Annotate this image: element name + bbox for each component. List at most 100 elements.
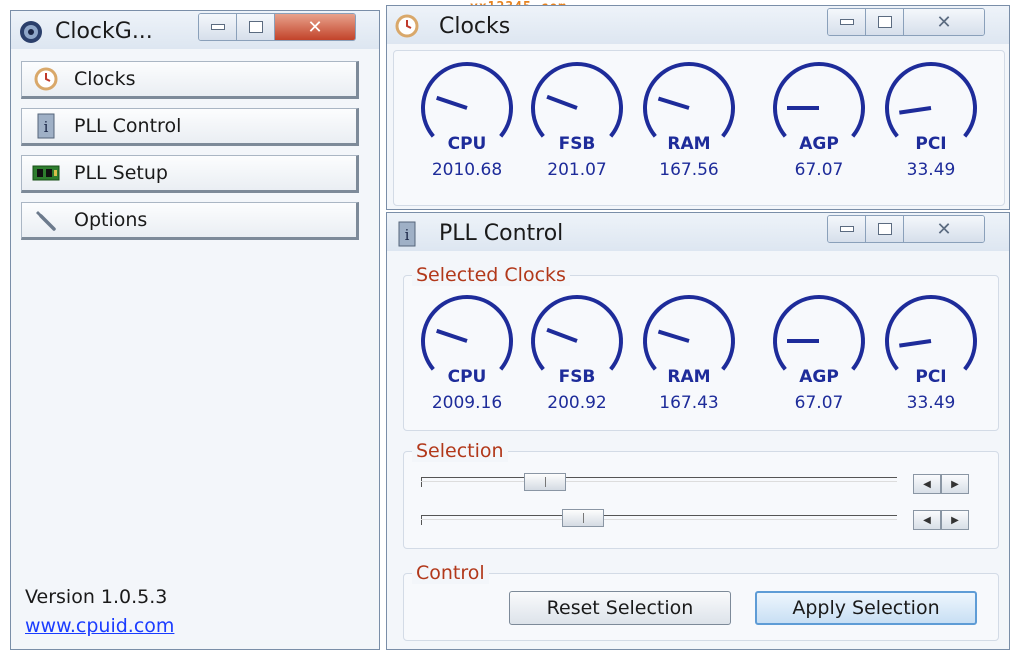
slider-2-thumb[interactable] (561, 509, 604, 527)
gauge-arc (421, 295, 513, 371)
gauge-arc (531, 62, 623, 138)
gauge-dial (421, 295, 513, 371)
maximize-icon (248, 21, 263, 33)
main-window: ClockG... ✕ Clocks i PLL Control PLL Set… (10, 10, 380, 650)
nav-clocks-button[interactable]: Clocks (21, 61, 359, 99)
slider-1-left-arrow[interactable]: ◀ (913, 474, 941, 494)
nav-clocks-label: Clocks (74, 68, 136, 90)
clock-icon (395, 14, 419, 38)
gauge-agp: AGP 67.07 (769, 58, 869, 180)
gauge-pci: PCI 33.49 (881, 291, 981, 413)
slider-1-track (421, 477, 897, 482)
gauge-dial (531, 62, 623, 138)
maximize-button[interactable] (866, 216, 904, 242)
gauge-cpu: CPU 2009.16 (417, 291, 517, 413)
gauge-ram: RAM 167.43 (639, 291, 739, 413)
gauge-ram: RAM 167.56 (639, 58, 739, 180)
close-button[interactable]: ✕ (904, 9, 984, 35)
gauge-value: 67.07 (794, 160, 844, 180)
gauge-value: 201.07 (547, 160, 607, 180)
gauge-dial (885, 295, 977, 371)
gauge-dial (773, 295, 865, 371)
slider-2-left-arrow[interactable]: ◀ (913, 510, 941, 530)
slider-1-thumb[interactable] (523, 473, 566, 491)
slider-1-spinner: ◀ ▶ (913, 474, 969, 494)
minimize-button[interactable] (199, 14, 237, 40)
slider-2-track (421, 515, 897, 520)
svg-text:i: i (405, 226, 410, 244)
cpuid-link[interactable]: www.cpuid.com (25, 615, 174, 637)
nav-options-button[interactable]: Options (21, 202, 359, 240)
slider-2-right-arrow[interactable]: ▶ (941, 510, 969, 530)
maximize-icon (877, 16, 892, 28)
gauge-cpu: CPU 2010.68 (417, 58, 517, 180)
gauge-value: 167.43 (659, 393, 719, 413)
gauge-dial (531, 295, 623, 371)
gauge-value: 67.07 (794, 393, 844, 413)
gauge-arc (773, 295, 865, 371)
gauge-needle (899, 339, 932, 348)
close-icon: ✕ (936, 11, 952, 33)
gauge-value: 2010.68 (431, 160, 503, 180)
gauge-arc (531, 295, 623, 371)
gauge-arc (885, 62, 977, 138)
nav-pll-control-label: PLL Control (74, 115, 182, 137)
svg-text:i: i (44, 118, 49, 136)
chip-icon (32, 160, 60, 186)
gauge-dial (421, 62, 513, 138)
apply-selection-button[interactable]: Apply Selection (755, 591, 977, 625)
gauge-value: 200.92 (547, 393, 607, 413)
minimize-icon (839, 19, 854, 25)
minimize-icon (210, 24, 225, 30)
reset-selection-button[interactable]: Reset Selection (509, 591, 731, 625)
minimize-button[interactable] (828, 216, 866, 242)
slider-1-right-arrow[interactable]: ▶ (941, 474, 969, 494)
pll-caption-buttons: ✕ (827, 215, 985, 243)
minimize-button[interactable] (828, 9, 866, 35)
slider-2-spinner: ◀ ▶ (913, 510, 969, 530)
maximize-button[interactable] (237, 14, 275, 40)
clocks-window: Clocks ✕ CPU 2010.68 FSB 201.07 RAM 167.56 AGP… (386, 5, 1010, 210)
selected-clocks-label: Selected Clocks (412, 264, 570, 286)
pll-window-title: PLL Control (439, 221, 564, 246)
gauge-pci: PCI 33.49 (881, 58, 981, 180)
gauge-agp: AGP 67.07 (769, 291, 869, 413)
gauge-needle (657, 96, 690, 110)
gauge-arc (421, 62, 513, 138)
app-logo-icon (19, 20, 42, 43)
nav-options-label: Options (74, 209, 148, 231)
gauge-dial (773, 62, 865, 138)
gauge-fsb: FSB 201.07 (527, 58, 627, 180)
gauge-needle (657, 329, 690, 343)
gauge-dial (643, 295, 735, 371)
gauge-arc (885, 295, 977, 371)
main-window-title: ClockG... (55, 19, 153, 44)
close-icon: ✕ (307, 16, 323, 38)
close-button[interactable]: ✕ (275, 14, 355, 40)
gauge-dial (885, 62, 977, 138)
gauge-needle (899, 106, 932, 115)
gauge-dial (643, 62, 735, 138)
nav-pll-setup-label: PLL Setup (74, 162, 168, 184)
info-icon: i (32, 113, 60, 139)
nav-pll-control-button[interactable]: i PLL Control (21, 108, 359, 146)
close-button[interactable]: ✕ (904, 216, 984, 242)
info-icon: i (397, 221, 419, 247)
gauge-arc (773, 62, 865, 138)
main-caption-buttons: ✕ (198, 13, 356, 41)
gauge-needle (436, 328, 468, 343)
wrench-icon (32, 207, 60, 233)
gauge-fsb: FSB 200.92 (527, 291, 627, 413)
gauge-value: 33.49 (906, 393, 956, 413)
gauge-needle (546, 327, 578, 343)
clocks-caption-buttons: ✕ (827, 8, 985, 36)
version-text: Version 1.0.5.3 (25, 586, 168, 608)
nav-pll-setup-button[interactable]: PLL Setup (21, 155, 359, 193)
control-label: Control (412, 562, 489, 584)
selection-label: Selection (412, 440, 508, 462)
gauge-needle (436, 95, 468, 110)
clock-icon (32, 66, 60, 92)
maximize-button[interactable] (866, 9, 904, 35)
close-icon: ✕ (936, 218, 952, 240)
gauge-needle (546, 94, 578, 110)
